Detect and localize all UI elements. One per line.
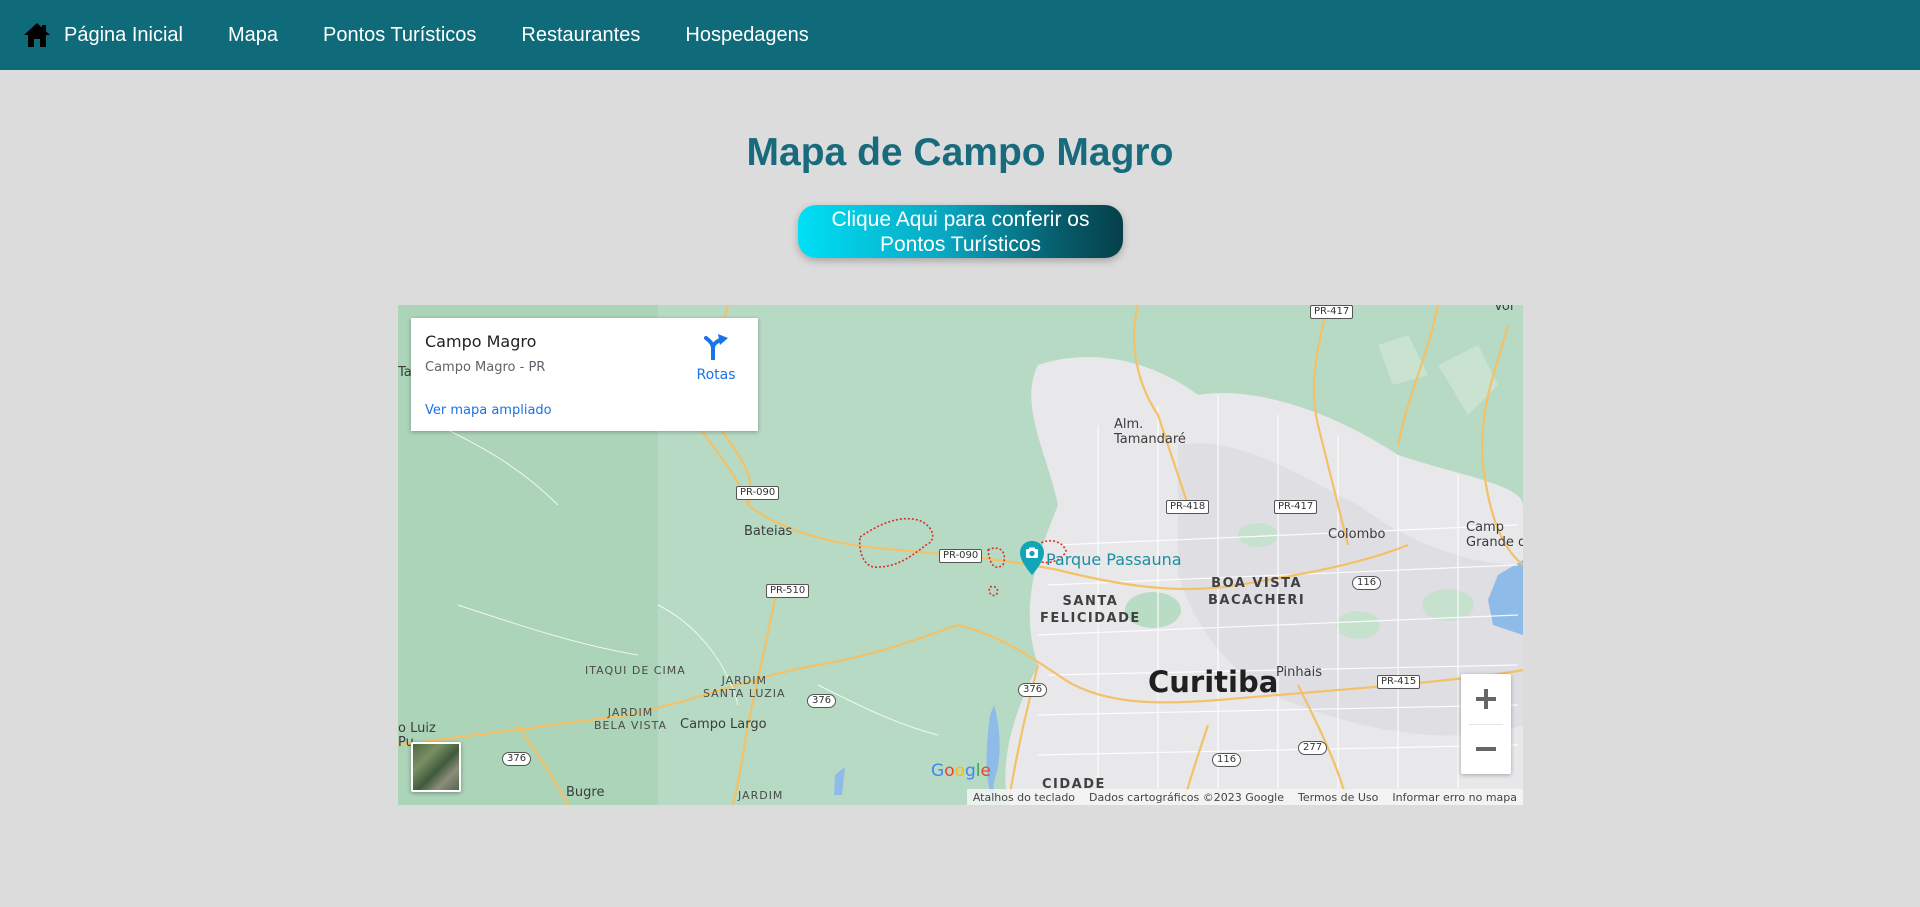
map-label-alm: Alm. (1114, 417, 1144, 432)
place-info-card: Campo Magro Campo Magro - PR Ver mapa am… (411, 318, 758, 431)
road-shield: PR-418 (1166, 500, 1210, 514)
map-label-bateias: Bateias (744, 524, 793, 539)
map-label-curitiba: Curitiba (1148, 665, 1279, 699)
road-shield: 116 (1352, 576, 1382, 590)
road-shield: PR-510 (766, 584, 810, 598)
map-label-itaqui-de-cima: ITAQUI DE CIMA (585, 664, 686, 677)
keyboard-shortcuts-link[interactable]: Atalhos do teclado (973, 791, 1075, 804)
google-logo: Google (931, 761, 991, 781)
map-label-pinhais: Pinhais (1276, 665, 1322, 680)
zoom-controls (1461, 674, 1511, 774)
map-label-campo-grande-2: Grande d (1466, 535, 1523, 550)
road-shield: PR-090 (939, 549, 983, 563)
map-label-bugre: Bugre (566, 785, 605, 800)
road-shield: 376 (807, 694, 837, 708)
zoom-out-button[interactable] (1461, 724, 1511, 774)
map-label-felicidade: FELICIDADE (1040, 611, 1141, 626)
place-subtitle: Campo Magro - PR (425, 360, 546, 375)
map-label-campo-grande-1: Camp (1466, 520, 1504, 535)
cta-line-1: Clique Aqui para conferir os (831, 208, 1090, 231)
tourist-spots-button[interactable]: Clique Aqui para conferir os Pontos Turí… (798, 205, 1123, 258)
map-label-bacacheri: BACACHERI (1208, 593, 1306, 608)
nav-home-link[interactable]: Página Inicial (22, 20, 183, 50)
map-label-jardim-1: JARDIM (721, 674, 767, 687)
terms-of-use-link[interactable]: Termos de Uso (1298, 791, 1378, 804)
road-shield: 376 (502, 752, 532, 766)
map-label-jardim-bela-vista: JARDIM BELA VISTA (594, 706, 667, 732)
page-title: Mapa de Campo Magro (746, 131, 1174, 174)
map-data-credit: Dados cartográficos ©2023 Google (1089, 790, 1284, 804)
map-label-jardim-bottom: JARDIM (738, 789, 784, 802)
map-label-tamandare: Tamandaré (1114, 432, 1186, 447)
top-navbar: Página Inicial Mapa Pontos Turísticos Re… (0, 0, 1920, 70)
map-label-jardim-2: JARDIM (607, 706, 654, 719)
map-attribution-bar: Atalhos do teclado Dados cartográficos ©… (966, 789, 1523, 805)
camera-pin-icon (1020, 541, 1044, 575)
poi-label-parque-passauna[interactable]: Parque Passauna (1046, 550, 1182, 569)
directions-label: Rotas (696, 367, 736, 383)
zoom-in-button[interactable] (1461, 674, 1511, 724)
minus-icon (1476, 747, 1496, 751)
map-label-santa: SANTA (1062, 594, 1119, 609)
map-label-campo-largo: Campo Largo (680, 717, 767, 732)
nav-link-mapa[interactable]: Mapa (228, 24, 278, 47)
place-title: Campo Magro (425, 332, 537, 351)
map-label-bela-vista: BELA VISTA (594, 719, 668, 732)
map-label-sao-luiz-1: o Luiz (398, 721, 436, 736)
nav-link-restaurantes[interactable]: Restaurantes (521, 24, 640, 47)
map-label-boa-vista-bacacheri: BOA VISTA BACACHERI (1208, 575, 1305, 609)
map-label-ta-edge: Ta (398, 365, 412, 380)
satellite-layer-toggle[interactable] (411, 742, 461, 792)
cta-line-2: Pontos Turísticos (879, 233, 1042, 256)
map-label-santa-felicidade: SANTA FELICIDADE (1040, 593, 1141, 627)
report-error-link[interactable]: Informar erro no mapa (1392, 791, 1517, 804)
map-label-boa-vista: BOA VISTA (1211, 576, 1303, 591)
road-shield: 376 (1018, 683, 1048, 697)
road-shield: PR-415 (1377, 675, 1421, 689)
view-larger-map-link[interactable]: Ver mapa ampliado (425, 403, 552, 418)
directions-icon (704, 334, 728, 362)
road-shield: PR-417 (1310, 305, 1354, 319)
nav-home-label: Página Inicial (64, 23, 183, 46)
home-icon (22, 20, 52, 50)
road-shield: 116 (1212, 753, 1242, 767)
plus-icon (1476, 689, 1496, 709)
road-shield: 277 (1298, 741, 1328, 755)
poi-marker[interactable] (1020, 541, 1044, 580)
map-label-santa-luzia: SANTA LUZIA (703, 687, 786, 700)
nav-link-pontos-turisticos[interactable]: Pontos Turísticos (323, 24, 476, 47)
embedded-map[interactable]: Ta Vol Alm. Tamandaré Bateias Colombo Ca… (398, 305, 1523, 805)
map-label-vol-edge: Vol (1494, 305, 1514, 314)
nav-link-hospedagens[interactable]: Hospedagens (685, 24, 808, 47)
road-shield: PR-417 (1274, 500, 1318, 514)
map-label-jardim-santa-luzia: JARDIM SANTA LUZIA (703, 674, 786, 700)
directions-button[interactable]: Rotas (691, 332, 741, 383)
road-shield: PR-090 (736, 486, 780, 500)
map-label-colombo: Colombo (1328, 527, 1386, 542)
